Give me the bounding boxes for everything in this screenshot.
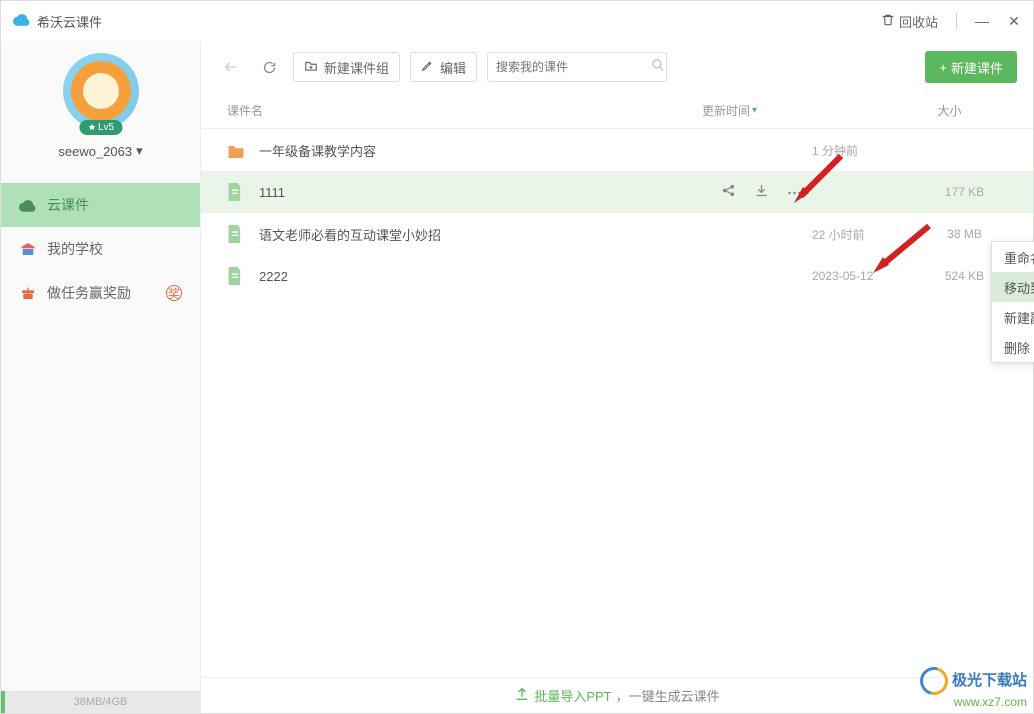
nav-label: 做任务赢奖励: [47, 283, 131, 303]
file-icon: [227, 225, 245, 243]
username-text: seewo_2063: [58, 144, 132, 159]
storage-bar: 38MB/4GB: [1, 691, 200, 713]
main-area: Lv5 seewo_2063 ▾ 云课件 我的学校: [1, 41, 1033, 713]
refresh-button[interactable]: [255, 53, 283, 81]
bottom-bar: 批量导入PPT ，一键生成云课件: [201, 677, 1033, 713]
nav-my-school[interactable]: 我的学校: [1, 227, 200, 271]
storage-fill: [1, 691, 5, 713]
nav-cloud-courseware[interactable]: 云课件: [1, 183, 200, 227]
file-list: 一年级备课教学内容 1 分钟前 1111 177 KB: [201, 129, 1033, 677]
edit-button[interactable]: 编辑: [410, 52, 477, 82]
row-time: 22 小时前: [812, 226, 922, 243]
reward-badge: 奖: [166, 285, 182, 301]
username-dropdown[interactable]: seewo_2063 ▾: [58, 143, 142, 159]
table-row[interactable]: 语文老师必看的互动课堂小妙招 22 小时前 38 MB: [201, 213, 1033, 255]
cloud-icon: [13, 12, 31, 31]
lion-icon: [71, 61, 131, 121]
gift-icon: [19, 285, 37, 301]
sort-icon: ▾: [752, 105, 757, 116]
row-time: 1 分钟前: [812, 142, 922, 159]
row-size: 38 MB: [922, 227, 1007, 241]
table-row[interactable]: 1111 177 KB: [201, 171, 1033, 213]
col-size[interactable]: 大小: [892, 102, 1007, 119]
nav: 云课件 我的学校 做任务赢奖励 奖: [1, 183, 200, 315]
level-badge: Lv5: [79, 120, 122, 135]
plus-icon: +: [939, 60, 947, 75]
search-icon[interactable]: [651, 58, 665, 77]
new-group-button[interactable]: 新建课件组: [293, 52, 400, 82]
new-file-label: 新建课件: [951, 58, 1003, 77]
import-sub: ，一键生成云课件: [616, 686, 720, 705]
nav-rewards[interactable]: 做任务赢奖励 奖: [1, 271, 200, 315]
import-ppt-button[interactable]: 批量导入PPT: [534, 686, 611, 705]
table-header: 课件名 更新时间 ▾ 大小: [201, 93, 1033, 129]
close-button[interactable]: ✕: [1007, 13, 1021, 30]
edit-icon: [421, 59, 434, 75]
col-time[interactable]: 更新时间 ▾: [702, 102, 892, 119]
context-menu: 重命名 移动到 新建副本 删除: [991, 241, 1034, 363]
chevron-down-icon: ▾: [136, 143, 143, 159]
titlebar: 希沃云课件 回收站 — ✕: [1, 1, 1033, 41]
divider: [956, 13, 957, 29]
menu-move-to[interactable]: 移动到: [992, 272, 1034, 302]
row-actions: [702, 183, 812, 201]
table-row[interactable]: 一年级备课教学内容 1 分钟前: [201, 129, 1033, 171]
menu-rename[interactable]: 重命名: [992, 242, 1034, 272]
search-box: [487, 52, 667, 82]
more-icon[interactable]: [787, 183, 802, 201]
col-name[interactable]: 课件名: [227, 102, 702, 119]
folder-icon: [227, 143, 245, 158]
sidebar: Lv5 seewo_2063 ▾ 云课件 我的学校: [1, 41, 201, 713]
content: 新建课件组 编辑 + 新建课件 课件名 更新时间: [201, 41, 1033, 713]
file-icon: [227, 183, 245, 201]
table-row[interactable]: 2222 2023-05-12 524 KB: [201, 255, 1033, 297]
minimize-button[interactable]: —: [975, 13, 989, 29]
row-name: 语文老师必看的互动课堂小妙招: [259, 225, 702, 244]
share-icon[interactable]: [721, 183, 736, 201]
school-icon: [19, 241, 37, 257]
cloud-icon: [19, 198, 37, 212]
menu-delete[interactable]: 删除: [992, 332, 1034, 362]
folder-plus-icon: [304, 59, 318, 76]
avatar-area: Lv5 seewo_2063 ▾: [1, 41, 200, 175]
edit-label: 编辑: [440, 58, 466, 77]
file-icon: [227, 267, 245, 285]
toolbar: 新建课件组 编辑 + 新建课件: [201, 41, 1033, 93]
row-time: 2023-05-12: [812, 269, 922, 283]
title-right: 回收站 — ✕: [881, 12, 1021, 31]
import-icon: [514, 686, 530, 705]
search-input[interactable]: [496, 60, 651, 74]
recycle-bin-button[interactable]: 回收站: [881, 12, 938, 31]
title-left: 希沃云课件: [13, 12, 102, 31]
nav-label: 我的学校: [47, 239, 103, 259]
nav-label: 云课件: [47, 195, 89, 215]
download-icon[interactable]: [754, 183, 769, 201]
app-window: 希沃云课件 回收站 — ✕ Lv5 see: [0, 0, 1034, 714]
row-name: 1111: [259, 185, 702, 200]
badge-icon: [87, 123, 96, 132]
level-text: Lv5: [98, 122, 114, 133]
menu-duplicate[interactable]: 新建副本: [992, 302, 1034, 332]
recycle-label: 回收站: [899, 12, 938, 31]
row-name: 一年级备课教学内容: [259, 141, 702, 160]
app-title: 希沃云课件: [37, 12, 102, 31]
back-button[interactable]: [217, 53, 245, 81]
trash-icon: [881, 13, 895, 30]
storage-text: 38MB/4GB: [74, 696, 128, 708]
row-size: 177 KB: [922, 185, 1007, 199]
col-time-label: 更新时间: [702, 102, 750, 119]
avatar[interactable]: Lv5: [63, 53, 139, 129]
new-group-label: 新建课件组: [324, 58, 389, 77]
new-courseware-button[interactable]: + 新建课件: [925, 51, 1017, 83]
row-name: 2222: [259, 269, 702, 284]
